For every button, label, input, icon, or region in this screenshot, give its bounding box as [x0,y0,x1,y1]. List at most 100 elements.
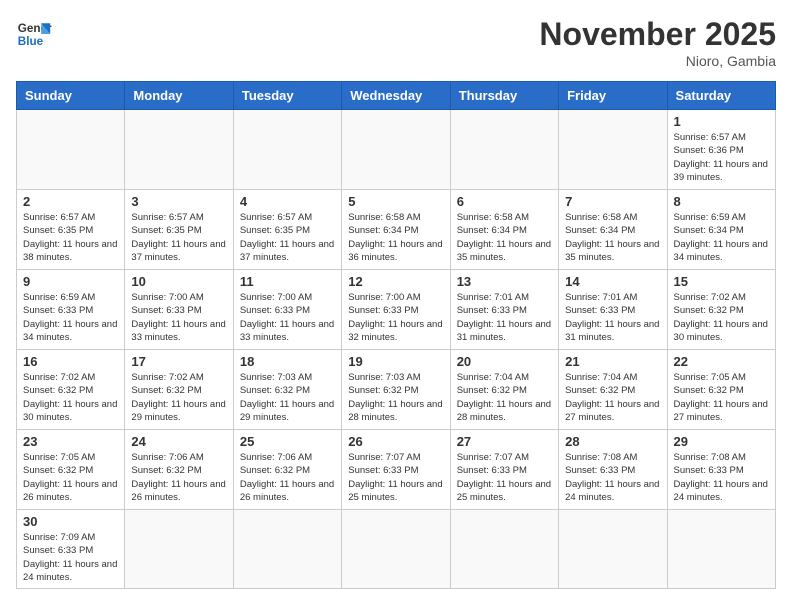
day-number: 20 [457,354,552,369]
calendar-cell: 1Sunrise: 6:57 AM Sunset: 6:36 PM Daylig… [667,110,775,190]
day-number: 9 [23,274,118,289]
calendar-table: SundayMondayTuesdayWednesdayThursdayFrid… [16,81,776,589]
day-info: Sunrise: 7:02 AM Sunset: 6:32 PM Dayligh… [23,371,118,424]
calendar-cell: 7 Sunrise: 6:58 AM Sunset: 6:34 PM Daylig… [559,190,667,270]
calendar-cell: 10 Sunrise: 7:00 AM Sunset: 6:33 PM Dayli… [125,270,233,350]
day-number: 8 [674,194,769,209]
calendar-cell [450,110,558,190]
week-row-2: 2 Sunrise: 6:57 AM Sunset: 6:35 PM Daylig… [17,190,776,270]
day-info: Sunrise: 6:58 AM Sunset: 6:34 PM Dayligh… [565,211,660,264]
day-info: Sunrise: 6:59 AM Sunset: 6:34 PM Dayligh… [674,211,769,264]
calendar-cell [342,510,450,589]
day-number: 30 [23,514,118,529]
day-info: Sunrise: 7:01 AM Sunset: 6:33 PM Dayligh… [565,291,660,344]
day-info: Sunrise: 7:09 AM Sunset: 6:33 PM Dayligh… [23,531,118,584]
title-section: November 2025 Nioro, Gambia [539,16,776,69]
calendar-cell: 26 Sunrise: 7:07 AM Sunset: 6:33 PM Dayli… [342,430,450,510]
day-info: Sunrise: 6:57 AM Sunset: 6:35 PM Dayligh… [23,211,118,264]
day-number: 5 [348,194,443,209]
calendar-cell: 14 Sunrise: 7:01 AM Sunset: 6:33 PM Dayli… [559,270,667,350]
day-number: 4 [240,194,335,209]
weekday-header-thursday: Thursday [450,82,558,110]
calendar-cell: 3 Sunrise: 6:57 AM Sunset: 6:35 PM Daylig… [125,190,233,270]
calendar-cell: 13Sunrise: 7:01 AM Sunset: 6:33 PM Dayli… [450,270,558,350]
day-info: Sunrise: 6:58 AM Sunset: 6:34 PM Dayligh… [457,211,552,264]
day-number: 29 [674,434,769,449]
calendar-cell: 2 Sunrise: 6:57 AM Sunset: 6:35 PM Daylig… [17,190,125,270]
calendar-cell: 5 Sunrise: 6:58 AM Sunset: 6:34 PM Daylig… [342,190,450,270]
week-row-6: 30 Sunrise: 7:09 AM Sunset: 6:33 PM Dayli… [17,510,776,589]
day-number: 16 [23,354,118,369]
calendar-cell: 11Sunrise: 7:00 AM Sunset: 6:33 PM Dayli… [233,270,341,350]
weekday-header-row: SundayMondayTuesdayWednesdayThursdayFrid… [17,82,776,110]
weekday-header-tuesday: Tuesday [233,82,341,110]
day-number: 22 [674,354,769,369]
day-info: Sunrise: 6:57 AM Sunset: 6:35 PM Dayligh… [131,211,226,264]
location-subtitle: Nioro, Gambia [539,53,776,69]
calendar-cell: 8 Sunrise: 6:59 AM Sunset: 6:34 PM Daylig… [667,190,775,270]
calendar-cell: 4Sunrise: 6:57 AM Sunset: 6:35 PM Daylig… [233,190,341,270]
day-info: Sunrise: 7:08 AM Sunset: 6:33 PM Dayligh… [565,451,660,504]
calendar-cell: 6 Sunrise: 6:58 AM Sunset: 6:34 PM Daylig… [450,190,558,270]
calendar-cell: 30 Sunrise: 7:09 AM Sunset: 6:33 PM Dayli… [17,510,125,589]
calendar-cell: 21Sunrise: 7:04 AM Sunset: 6:32 PM Dayli… [559,350,667,430]
calendar-cell [342,110,450,190]
day-info: Sunrise: 7:00 AM Sunset: 6:33 PM Dayligh… [131,291,226,344]
calendar-cell: 24 Sunrise: 7:06 AM Sunset: 6:32 PM Dayli… [125,430,233,510]
day-info: Sunrise: 7:02 AM Sunset: 6:32 PM Dayligh… [131,371,226,424]
day-number: 2 [23,194,118,209]
day-info: Sunrise: 7:04 AM Sunset: 6:32 PM Dayligh… [565,371,660,424]
day-number: 28 [565,434,660,449]
day-number: 12 [348,274,443,289]
day-number: 7 [565,194,660,209]
calendar-cell [125,110,233,190]
day-number: 25 [240,434,335,449]
day-info: Sunrise: 6:59 AM Sunset: 6:33 PM Dayligh… [23,291,118,344]
week-row-1: 1Sunrise: 6:57 AM Sunset: 6:36 PM Daylig… [17,110,776,190]
calendar-cell: 12 Sunrise: 7:00 AM Sunset: 6:33 PM Dayli… [342,270,450,350]
day-info: Sunrise: 7:03 AM Sunset: 6:32 PM Dayligh… [348,371,443,424]
day-info: Sunrise: 6:58 AM Sunset: 6:34 PM Dayligh… [348,211,443,264]
calendar-cell: 29 Sunrise: 7:08 AM Sunset: 6:33 PM Dayli… [667,430,775,510]
calendar-cell: 16 Sunrise: 7:02 AM Sunset: 6:32 PM Dayli… [17,350,125,430]
day-number: 18 [240,354,335,369]
day-number: 3 [131,194,226,209]
day-info: Sunrise: 7:06 AM Sunset: 6:32 PM Dayligh… [240,451,335,504]
day-number: 19 [348,354,443,369]
calendar-cell: 18Sunrise: 7:03 AM Sunset: 6:32 PM Dayli… [233,350,341,430]
week-row-3: 9 Sunrise: 6:59 AM Sunset: 6:33 PM Daylig… [17,270,776,350]
day-number: 23 [23,434,118,449]
calendar-cell: 19 Sunrise: 7:03 AM Sunset: 6:32 PM Dayli… [342,350,450,430]
calendar-cell [559,110,667,190]
day-info: Sunrise: 7:08 AM Sunset: 6:33 PM Dayligh… [674,451,769,504]
calendar-cell: 20Sunrise: 7:04 AM Sunset: 6:32 PM Dayli… [450,350,558,430]
day-number: 6 [457,194,552,209]
day-info: Sunrise: 7:02 AM Sunset: 6:32 PM Dayligh… [674,291,769,344]
calendar-cell: 22Sunrise: 7:05 AM Sunset: 6:32 PM Dayli… [667,350,775,430]
day-number: 17 [131,354,226,369]
week-row-4: 16 Sunrise: 7:02 AM Sunset: 6:32 PM Dayli… [17,350,776,430]
day-info: Sunrise: 7:00 AM Sunset: 6:33 PM Dayligh… [348,291,443,344]
day-number: 11 [240,274,335,289]
page-header: General Blue November 2025 Nioro, Gambia [16,16,776,69]
day-number: 24 [131,434,226,449]
logo: General Blue [16,16,52,52]
day-number: 1 [674,114,769,129]
weekday-header-saturday: Saturday [667,82,775,110]
weekday-header-monday: Monday [125,82,233,110]
day-number: 26 [348,434,443,449]
calendar-cell: 27Sunrise: 7:07 AM Sunset: 6:33 PM Dayli… [450,430,558,510]
day-info: Sunrise: 7:06 AM Sunset: 6:32 PM Dayligh… [131,451,226,504]
day-info: Sunrise: 7:01 AM Sunset: 6:33 PM Dayligh… [457,291,552,344]
calendar-cell [233,110,341,190]
day-info: Sunrise: 7:07 AM Sunset: 6:33 PM Dayligh… [457,451,552,504]
calendar-cell: 23Sunrise: 7:05 AM Sunset: 6:32 PM Dayli… [17,430,125,510]
calendar-cell: 15 Sunrise: 7:02 AM Sunset: 6:32 PM Dayli… [667,270,775,350]
day-number: 14 [565,274,660,289]
weekday-header-friday: Friday [559,82,667,110]
day-number: 10 [131,274,226,289]
calendar-cell: 9 Sunrise: 6:59 AM Sunset: 6:33 PM Daylig… [17,270,125,350]
day-info: Sunrise: 7:07 AM Sunset: 6:33 PM Dayligh… [348,451,443,504]
calendar-cell [559,510,667,589]
day-number: 15 [674,274,769,289]
